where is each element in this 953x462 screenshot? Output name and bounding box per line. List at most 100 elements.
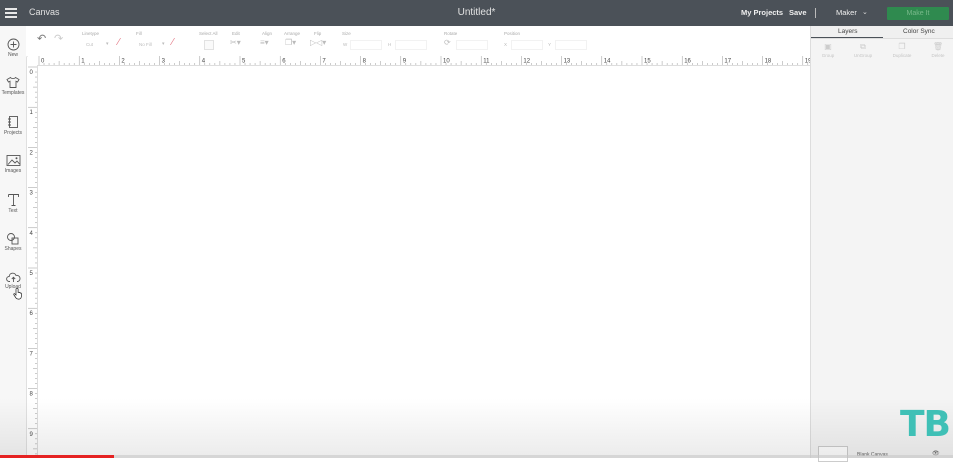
tab-color-sync[interactable]: Color Sync bbox=[903, 28, 935, 35]
chevron-down-icon[interactable]: ▾ bbox=[106, 40, 109, 48]
ruler-label: 1 bbox=[30, 110, 34, 116]
ruler-label: 11 bbox=[483, 59, 490, 65]
select-all-label: Select All bbox=[199, 31, 218, 36]
channel-watermark: TB bbox=[900, 404, 951, 445]
left-sidebar: New Templates Projects Images Text Shape… bbox=[0, 26, 27, 458]
sidebar-item-new[interactable]: New bbox=[0, 38, 26, 58]
ruler-label: 12 bbox=[523, 59, 530, 65]
hand-cursor-icon bbox=[13, 288, 22, 300]
ruler-label: 9 bbox=[30, 432, 34, 438]
sidebar-item-label: Projects bbox=[3, 130, 23, 136]
position-x-label: X bbox=[504, 42, 508, 47]
flip-icon[interactable]: ▷◁▾ bbox=[310, 39, 326, 47]
ruler-label: 2 bbox=[30, 150, 34, 156]
ruler-label: 5 bbox=[242, 59, 246, 65]
linetype-label: Linetype bbox=[82, 31, 100, 36]
ruler-label: 8 bbox=[30, 392, 34, 398]
align-label: Align bbox=[262, 31, 273, 36]
ruler-label: 10 bbox=[443, 59, 450, 65]
ruler-label: 16 bbox=[684, 59, 691, 65]
sidebar-item-projects[interactable]: Projects bbox=[0, 115, 26, 136]
blank-canvas-swatch[interactable] bbox=[818, 446, 848, 462]
make-it-button[interactable]: Make It bbox=[887, 7, 949, 20]
fill-select[interactable]: No Fill bbox=[139, 42, 152, 47]
panel-tabs: Layers Color Sync bbox=[811, 26, 953, 39]
ruler-label: 2 bbox=[121, 59, 125, 65]
ruler-label: 4 bbox=[202, 59, 206, 65]
nav-divider bbox=[815, 8, 816, 18]
flip-label: Flip bbox=[314, 31, 322, 36]
chevron-down-icon[interactable]: ⌄ bbox=[862, 8, 868, 16]
sidebar-item-templates[interactable]: Templates bbox=[0, 76, 26, 96]
ruler-label: 8 bbox=[363, 59, 367, 65]
ruler-label: 3 bbox=[162, 59, 166, 65]
sidebar-item-label: Text bbox=[8, 208, 18, 214]
size-width-input[interactable] bbox=[350, 40, 382, 50]
duplicate-button[interactable]: ❐ Duplicate bbox=[887, 42, 917, 58]
ruler-label: 7 bbox=[30, 351, 34, 357]
trash-icon: 🗑 bbox=[932, 42, 944, 51]
tab-layers[interactable]: Layers bbox=[838, 28, 858, 35]
redo-icon[interactable]: ↷ bbox=[54, 34, 63, 45]
size-label: Size bbox=[342, 31, 351, 36]
sidebar-item-shapes[interactable]: Shapes bbox=[0, 232, 26, 252]
ruler-label: 3 bbox=[30, 191, 34, 197]
group-label: Group bbox=[821, 53, 835, 58]
align-icon[interactable]: ≡▾ bbox=[260, 39, 269, 47]
ruler-label: 17 bbox=[724, 59, 731, 65]
ruler-label: 6 bbox=[282, 59, 286, 65]
shapes-icon bbox=[7, 233, 19, 245]
undo-icon[interactable]: ↶ bbox=[37, 34, 46, 45]
ungroup-label: UnGroup bbox=[853, 53, 873, 58]
delete-button[interactable]: 🗑 Delete bbox=[923, 42, 953, 58]
design-canvas[interactable] bbox=[38, 66, 810, 458]
position-label: Position bbox=[504, 31, 521, 36]
position-x-input[interactable] bbox=[511, 40, 543, 50]
image-icon bbox=[6, 155, 20, 166]
position-y-label: Y bbox=[548, 42, 552, 47]
position-y-input[interactable] bbox=[555, 40, 587, 50]
vertical-ruler: 0 1 2 3 4 5 6 7 8 9 bbox=[28, 65, 38, 458]
plus-circle-icon bbox=[7, 38, 19, 51]
chevron-down-icon[interactable]: ▾ bbox=[162, 40, 165, 48]
ruler-label: 0 bbox=[30, 70, 34, 76]
edit-label: Edit bbox=[232, 31, 240, 36]
linetype-select[interactable]: Cut bbox=[86, 42, 93, 47]
size-width-label: W bbox=[343, 42, 348, 47]
ungroup-button[interactable]: ⧉ UnGroup bbox=[848, 42, 878, 58]
ruler-label: 1 bbox=[81, 59, 85, 65]
select-all-checkbox[interactable] bbox=[204, 40, 214, 50]
group-icon: ▣ bbox=[824, 42, 832, 51]
ruler-label: 18 bbox=[765, 59, 772, 65]
sidebar-item-label: New bbox=[7, 52, 18, 58]
top-bar: Canvas Untitled* My Projects Save Maker … bbox=[0, 0, 953, 26]
linetype-color-swatch[interactable]: ⁄ bbox=[118, 38, 120, 48]
fill-color-swatch[interactable]: ⁄ bbox=[172, 38, 174, 48]
arrange-label: Arrange bbox=[284, 31, 301, 36]
rotate-icon: ⟳ bbox=[444, 38, 451, 47]
edit-scissors-icon[interactable]: ✂▾ bbox=[230, 39, 241, 47]
my-projects-link[interactable]: My Projects bbox=[741, 8, 783, 17]
ruler-label: 7 bbox=[322, 59, 326, 65]
duplicate-icon: ❐ bbox=[898, 42, 906, 51]
fill-label: Fill bbox=[136, 31, 142, 36]
document-title[interactable]: Untitled* bbox=[0, 7, 953, 18]
size-height-label: H bbox=[388, 42, 392, 47]
ruler-label: 5 bbox=[30, 271, 34, 277]
arrange-icon[interactable]: ❐▾ bbox=[285, 39, 296, 47]
text-icon bbox=[7, 194, 19, 206]
duplicate-label: Duplicate bbox=[892, 53, 912, 58]
sidebar-item-images[interactable]: Images bbox=[0, 154, 26, 174]
save-button[interactable]: Save bbox=[789, 8, 807, 17]
edit-toolbar: ↶ ↷ Linetype Cut ▾ ⁄ Fill No Fill ▾ ⁄ Se… bbox=[26, 26, 810, 57]
group-button[interactable]: ▣ Group bbox=[813, 42, 843, 58]
active-tab-indicator bbox=[811, 37, 883, 38]
rotate-input[interactable] bbox=[456, 40, 488, 50]
size-height-input[interactable] bbox=[395, 40, 427, 50]
ungroup-icon: ⧉ bbox=[860, 42, 866, 51]
ruler-label: 6 bbox=[30, 311, 34, 317]
right-panel: Layers Color Sync ▣ Group ⧉ UnGroup ❐ Du… bbox=[810, 26, 953, 462]
horizontal-ruler: 012345678910111213141516171819 bbox=[37, 56, 810, 66]
machine-select[interactable]: Maker bbox=[836, 8, 857, 17]
sidebar-item-text[interactable]: Text bbox=[0, 193, 26, 214]
